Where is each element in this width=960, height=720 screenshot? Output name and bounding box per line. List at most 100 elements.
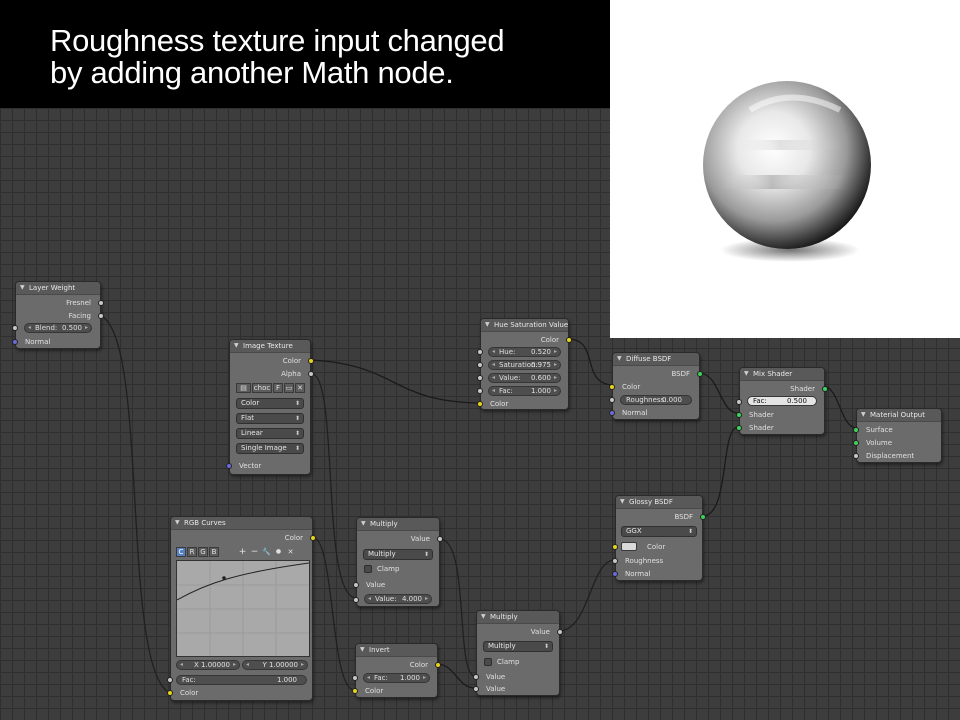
color-input-label: Color <box>490 400 509 408</box>
node-header[interactable]: ▼ Invert <box>356 644 437 657</box>
fac-input-socket[interactable] <box>167 677 173 683</box>
blend-field[interactable]: ◂ Blend: 0.500 ▸ <box>24 323 92 333</box>
fac-input-socket[interactable] <box>736 399 742 405</box>
node-header[interactable]: ▼ Hue Saturation Value <box>481 319 568 332</box>
fac-input-socket[interactable] <box>477 388 483 394</box>
folder-icon[interactable]: ▭ <box>284 383 294 393</box>
wrench-icon[interactable]: 🔧 <box>261 547 272 557</box>
triangle-down-icon[interactable]: ▼ <box>861 409 866 421</box>
x-icon[interactable]: ✕ <box>295 383 305 393</box>
triangle-down-icon[interactable]: ▼ <box>620 496 625 508</box>
image-browse-icon[interactable]: ▤ <box>236 383 251 393</box>
invert-node[interactable]: ▼ Invert Color ◂ Fac: 1.000 ▸ Color <box>352 643 441 698</box>
node-header[interactable]: ▼ Glossy BSDF <box>616 496 702 509</box>
fac-field[interactable]: ◂ Fac: 1.000 ▸ <box>363 673 430 683</box>
triangle-down-icon[interactable]: ▼ <box>175 517 180 529</box>
value2-input-socket[interactable] <box>353 597 359 603</box>
operation-select[interactable]: Multiply ⬍ <box>363 549 433 560</box>
clamp-checkbox[interactable] <box>484 658 492 666</box>
hue-field[interactable]: ◂ Hue: 0.520 ▸ <box>488 347 561 357</box>
image-name-field[interactable]: choc <box>252 383 272 393</box>
delete-point-icon[interactable]: ✕ <box>285 547 296 557</box>
triangle-down-icon[interactable]: ▼ <box>481 611 486 623</box>
fac-field[interactable]: ◂ Fac: 1.000 ▸ <box>488 386 561 396</box>
operation-select[interactable]: Multiply ⬍ <box>483 641 553 652</box>
roughness-field[interactable]: Roughness: 0.000 <box>620 395 692 405</box>
source-select[interactable]: Single Image ⬍ <box>236 443 304 454</box>
triangle-down-icon[interactable]: ▼ <box>234 340 239 352</box>
node-header[interactable]: ▼ Mix Shader <box>740 368 824 381</box>
fac-field[interactable]: Fac: 0.500 <box>747 396 817 406</box>
bsdf-output-socket[interactable] <box>700 514 706 520</box>
node-header[interactable]: ▼ Diffuse BSDF <box>613 353 699 366</box>
node-header[interactable]: ▼ Layer Weight <box>16 282 100 295</box>
channel-g-button[interactable]: G <box>198 547 208 557</box>
color-output-label: Color <box>540 336 559 344</box>
triangle-down-icon[interactable]: ▼ <box>744 368 749 380</box>
updown-arrow-icon: ⬍ <box>423 551 429 558</box>
value-field[interactable]: ◂ Value: 4.000 ▸ <box>364 594 432 604</box>
handle-type-icon[interactable]: ● <box>273 547 284 557</box>
value-output-socket[interactable] <box>437 536 443 542</box>
zoom-in-icon[interactable]: + <box>237 547 248 557</box>
color-output-label: Color <box>282 357 301 365</box>
triangle-down-icon[interactable]: ▼ <box>617 353 622 365</box>
fresnel-output-socket[interactable] <box>98 300 104 306</box>
node-header[interactable]: ▼ Multiply <box>477 611 559 624</box>
channel-b-button[interactable]: B <box>209 547 219 557</box>
color-input-label: Color <box>365 687 384 695</box>
bsdf-output-socket[interactable] <box>697 371 703 377</box>
glossy-bsdf-node[interactable]: ▼ Glossy BSDF BSDF GGX ⬍ Color Roughness N… <box>612 495 706 581</box>
updown-arrow-icon: ⬍ <box>294 430 300 437</box>
fac-input-socket[interactable] <box>352 675 358 681</box>
zoom-out-icon[interactable]: − <box>249 547 260 557</box>
distribution-select[interactable]: GGX ⬍ <box>621 526 697 537</box>
clamp-checkbox[interactable] <box>364 565 372 573</box>
value-output-socket[interactable] <box>557 629 563 635</box>
value-field[interactable]: ◂ Value: 0.600 ▸ <box>488 373 561 383</box>
interpolation-select[interactable]: Linear ⬍ <box>236 428 304 439</box>
hue-saturation-value-node[interactable]: ▼ Hue Saturation Value Color ◂ Hue: 0.520 ▸ … <box>477 318 572 410</box>
node-header[interactable]: ▼ RGB Curves <box>171 517 312 530</box>
alpha-output-socket[interactable] <box>308 371 314 377</box>
triangle-down-icon[interactable]: ▼ <box>361 518 366 530</box>
saturation-field[interactable]: ◂ Saturation: 0.975 ▸ <box>488 360 561 370</box>
color-space-select[interactable]: Color ⬍ <box>236 398 304 409</box>
color-output-socket[interactable] <box>308 358 314 364</box>
material-output-node[interactable]: ▼ Material Output Surface Volume Displace… <box>853 408 942 463</box>
color-output-socket[interactable] <box>566 337 572 343</box>
blend-input-socket[interactable] <box>12 325 18 331</box>
multiply-node-2[interactable]: ▼ Multiply Value Multiply ⬍ Clamp Value Va… <box>473 610 563 696</box>
diffuse-bsdf-node[interactable]: ▼ Diffuse BSDF BSDF Color Roughness: 0.000… <box>609 352 703 420</box>
triangle-down-icon[interactable]: ▼ <box>360 644 365 656</box>
color-swatch[interactable] <box>621 542 637 551</box>
node-header[interactable]: ▼ Multiply <box>357 518 439 531</box>
x-coordinate-field[interactable]: ◂ X 1.00000 ▸ <box>176 660 240 670</box>
fac-field[interactable]: Fac: 1.000 <box>176 675 307 685</box>
node-header[interactable]: ▼ Image Texture <box>230 340 310 353</box>
projection-select[interactable]: Flat ⬍ <box>236 413 304 424</box>
layer-weight-node[interactable]: ▼ Layer Weight Fresnel Facing ◂ Blend: 0.50… <box>12 281 104 349</box>
mix-shader-node[interactable]: ▼ Mix Shader Shader Fac: 0.500 Shader Shad… <box>736 367 828 435</box>
updown-arrow-icon: ⬍ <box>294 400 300 407</box>
image-texture-node[interactable]: ▼ Image Texture Color Alpha ▤ choc F ▭ ✕ … <box>226 339 314 475</box>
triangle-down-icon[interactable]: ▼ <box>485 319 490 331</box>
shader-output-socket[interactable] <box>822 386 828 392</box>
rgb-curves-node[interactable]: ▼ RGB Curves Color C R G B + − 🔧 ● ✕ ◂ X 1… <box>167 516 316 701</box>
hue-input-socket[interactable] <box>477 349 483 355</box>
y-coordinate-field[interactable]: ◂ Y 1.00000 ▸ <box>242 660 308 670</box>
node-header[interactable]: ▼ Material Output <box>857 409 941 422</box>
channel-c-button[interactable]: C <box>176 547 186 557</box>
triangle-down-icon[interactable]: ▼ <box>20 282 25 294</box>
color-output-socket[interactable] <box>310 535 316 541</box>
channel-r-button[interactable]: R <box>187 547 197 557</box>
color-input-socket[interactable] <box>612 544 618 550</box>
facing-output-socket[interactable] <box>98 313 104 319</box>
curve-editor-graph[interactable] <box>176 560 310 657</box>
multiply-node-1[interactable]: ▼ Multiply Value Multiply ⬍ Clamp Value ◂ V… <box>353 517 443 607</box>
color-output-socket[interactable] <box>435 662 441 668</box>
fake-user-button[interactable]: F <box>273 383 283 393</box>
value-input-socket[interactable] <box>477 375 483 381</box>
saturation-input-socket[interactable] <box>477 362 483 368</box>
roughness-input-socket[interactable] <box>609 397 615 403</box>
